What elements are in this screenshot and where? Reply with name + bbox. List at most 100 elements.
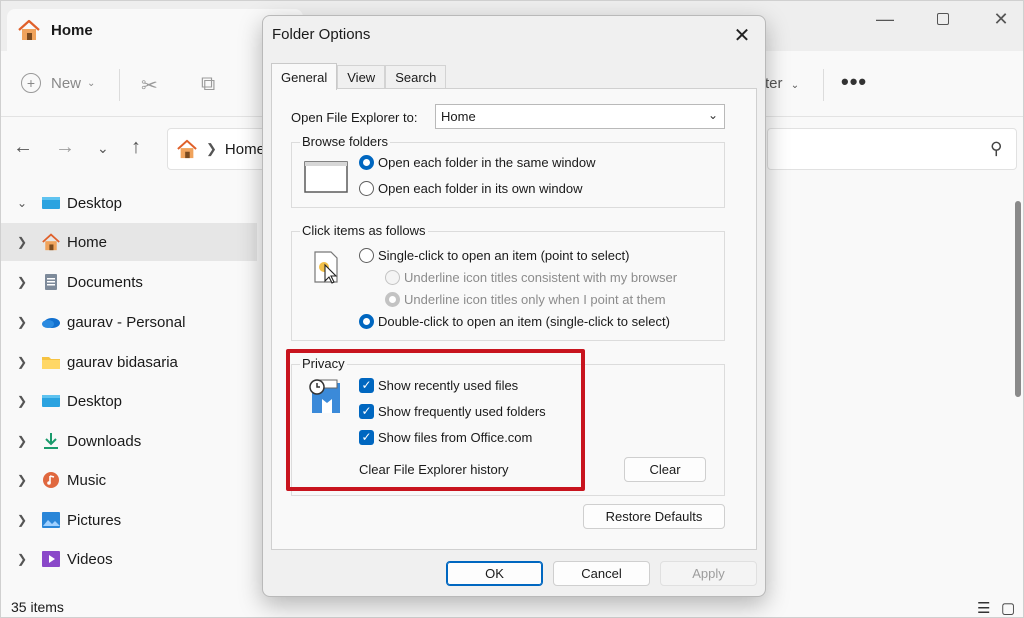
address-bar[interactable]: ❯ Home	[167, 128, 275, 170]
open-to-value: Home	[441, 109, 476, 124]
pointer-click-icon	[314, 251, 338, 284]
sidebar-item-home[interactable]: ❯ Home	[1, 223, 257, 261]
folder-icon	[42, 357, 60, 369]
chevron-right-icon: ❯	[16, 394, 28, 408]
vertical-scrollbar[interactable]	[1015, 201, 1021, 397]
radio-button	[385, 292, 400, 307]
chevron-down-icon: ⌄	[790, 80, 800, 91]
new-button[interactable]: + New ⌄	[21, 73, 95, 93]
dialog-close-button[interactable]: ✕	[729, 22, 755, 48]
checkbox[interactable]: ✓	[359, 404, 374, 419]
dialog-tabs: General View Search	[271, 63, 447, 90]
filter-button[interactable]: ter ⌄	[765, 75, 799, 92]
search-input[interactable]: ⚲	[767, 128, 1017, 170]
sidebar-item-user-folder[interactable]: ❯ gaurav bidasaria	[1, 343, 257, 381]
forward-button[interactable]: →	[55, 136, 75, 159]
sidebar-item-label: Desktop	[67, 392, 123, 410]
tab-view[interactable]: View	[337, 65, 386, 89]
chevron-down-icon: ⌄	[87, 77, 96, 89]
sidebar-item-label: Desktop	[67, 194, 123, 212]
item-count: 35 items	[11, 599, 64, 615]
copy-icon[interactable]: ⧉	[201, 73, 215, 96]
maximize-button[interactable]	[913, 1, 973, 37]
command-separator	[119, 69, 120, 101]
sidebar-item-onedrive[interactable]: ❯ gaurav - Personal	[1, 303, 257, 341]
checkbox-recent-files[interactable]: ✓ Show recently used files	[359, 378, 518, 393]
radio-button[interactable]	[359, 181, 374, 196]
chevron-right-icon: ❯	[16, 473, 28, 487]
radio-button[interactable]	[359, 314, 374, 329]
clear-button[interactable]: Clear	[624, 457, 706, 482]
checkbox-office-files[interactable]: ✓ Show files from Office.com	[359, 430, 532, 445]
ok-button[interactable]: OK	[446, 561, 543, 586]
back-button[interactable]: ←	[13, 136, 33, 159]
sidebar-item-videos[interactable]: ❯ Videos	[1, 540, 257, 578]
radio-same-window[interactable]: Open each folder in the same window	[359, 155, 596, 170]
radio-own-window[interactable]: Open each folder in its own window	[359, 181, 583, 196]
radio-label: Open each folder in its own window	[378, 181, 583, 196]
onedrive-icon	[42, 318, 60, 328]
checkbox[interactable]: ✓	[359, 378, 374, 393]
sidebar-item-label: Home	[67, 233, 108, 251]
window-icon	[304, 161, 348, 193]
cut-icon[interactable]: ✂	[141, 73, 158, 98]
search-icon: ⚲	[989, 139, 1002, 158]
open-to-select[interactable]: Home ⌄	[435, 104, 725, 129]
sidebar-item-documents[interactable]: ❯ Documents	[1, 263, 257, 301]
tab-general[interactable]: General	[271, 63, 338, 90]
videos-icon	[42, 551, 60, 567]
radio-label: Open each folder in the same window	[378, 155, 596, 170]
apply-button[interactable]: Apply	[660, 561, 757, 586]
checkbox[interactable]: ✓	[359, 430, 374, 445]
sidebar-item-desktop[interactable]: ❯ Desktop	[1, 382, 257, 420]
command-separator	[823, 69, 824, 101]
desktop-icon	[42, 395, 60, 407]
tiles-view-icon[interactable]: ▢	[1001, 599, 1015, 617]
privacy-folder-icon	[309, 379, 340, 413]
radio-label: Underline icon titles consistent with my…	[404, 270, 678, 285]
music-icon	[43, 472, 59, 488]
filter-label: ter	[765, 75, 783, 92]
browse-folders-title: Browse folders	[300, 134, 390, 149]
minimize-button[interactable]: —	[855, 1, 915, 37]
sidebar-item-music[interactable]: ❯ Music	[1, 461, 257, 499]
chevron-right-icon: ❯	[16, 275, 28, 289]
close-icon: ✕	[993, 8, 1009, 29]
open-to-label: Open File Explorer to:	[291, 110, 418, 125]
chevron-right-icon: ❯	[206, 141, 217, 156]
radio-label: Single-click to open an item (point to s…	[378, 248, 630, 263]
radio-double-click[interactable]: Double-click to open an item (single-cli…	[359, 314, 670, 329]
up-button[interactable]: ↑	[131, 136, 141, 159]
restore-defaults-button[interactable]: Restore Defaults	[583, 504, 725, 529]
home-icon	[177, 139, 197, 159]
sidebar-item-label: Documents	[67, 273, 143, 291]
details-view-icon[interactable]: ☰	[977, 599, 990, 617]
tab-search[interactable]: Search	[385, 65, 447, 89]
close-icon: ✕	[733, 24, 751, 47]
sidebar-item-desktop-root[interactable]: ⌄ Desktop	[1, 184, 257, 222]
sidebar-item-label: Music	[67, 471, 107, 489]
checkbox-frequent-folders[interactable]: ✓ Show frequently used folders	[359, 404, 546, 419]
cancel-button[interactable]: Cancel	[553, 561, 650, 586]
radio-button[interactable]	[359, 248, 374, 263]
privacy-group: Privacy ✓ Show recently used files ✓ Sho…	[291, 356, 725, 496]
chevron-right-icon: ❯	[16, 355, 28, 369]
radio-underline-browser: Underline icon titles consistent with my…	[385, 270, 677, 285]
explorer-tab-home[interactable]: Home	[7, 9, 303, 51]
checkbox-label: Show files from Office.com	[378, 430, 533, 445]
chevron-right-icon: ❯	[16, 315, 28, 329]
new-label: New	[51, 74, 82, 92]
recent-locations-button[interactable]: ⌄	[97, 140, 109, 157]
chevron-down-icon: ⌄	[97, 140, 109, 156]
more-options-button[interactable]: •••	[841, 69, 867, 95]
radio-single-click[interactable]: Single-click to open an item (point to s…	[359, 248, 629, 263]
breadcrumb[interactable]: Home	[225, 141, 265, 158]
radio-button[interactable]	[359, 155, 374, 170]
sidebar-item-downloads[interactable]: ❯ Downloads	[1, 422, 257, 460]
close-window-button[interactable]: ✕	[971, 1, 1024, 37]
sidebar-item-label: Pictures	[67, 511, 122, 529]
sidebar-item-pictures[interactable]: ❯ Pictures	[1, 501, 257, 539]
maximize-icon	[937, 13, 949, 25]
pictures-icon	[42, 512, 60, 528]
radio-label: Double-click to open an item (single-cli…	[378, 314, 670, 329]
